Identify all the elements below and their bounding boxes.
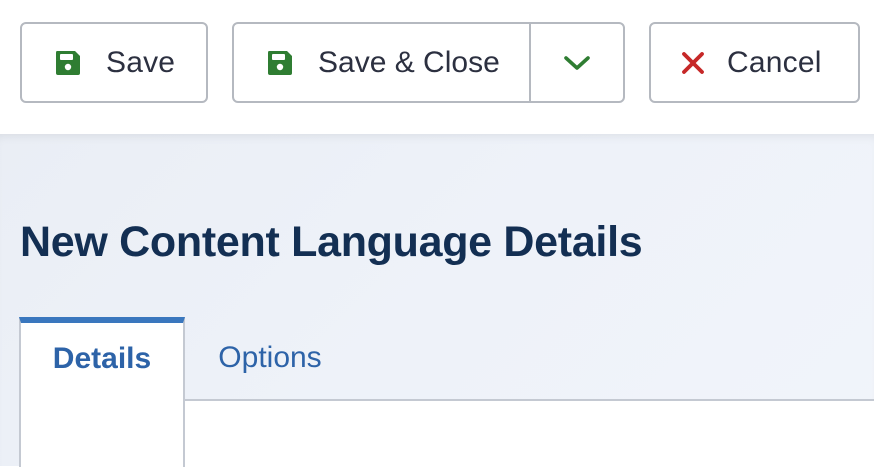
tab-panel-background (184, 401, 874, 466)
save-close-button[interactable]: Save & Close (234, 24, 531, 101)
tab-details-label: Details (52, 342, 152, 375)
tab-options-label: Options (218, 341, 322, 374)
toolbar: Save Save & Close Cancel (0, 0, 874, 134)
save-button-label: Save (106, 45, 176, 79)
tab-options[interactable]: Options (190, 323, 350, 399)
save-button[interactable]: Save (20, 22, 208, 103)
cancel-button[interactable]: Cancel (649, 22, 860, 103)
floppy-disk-icon (54, 49, 82, 77)
save-options-dropdown-toggle[interactable] (531, 24, 623, 101)
page-title: New Content Language Details (20, 218, 643, 266)
save-close-button-label: Save & Close (318, 45, 500, 79)
cancel-button-label: Cancel (727, 45, 822, 79)
close-icon (681, 51, 705, 75)
floppy-disk-icon (266, 49, 294, 77)
save-close-button-group: Save & Close (232, 22, 625, 103)
main-content: New Content Language Details Details Opt… (0, 134, 874, 467)
tab-details[interactable]: Details (19, 317, 185, 467)
chevron-down-icon (563, 53, 591, 73)
